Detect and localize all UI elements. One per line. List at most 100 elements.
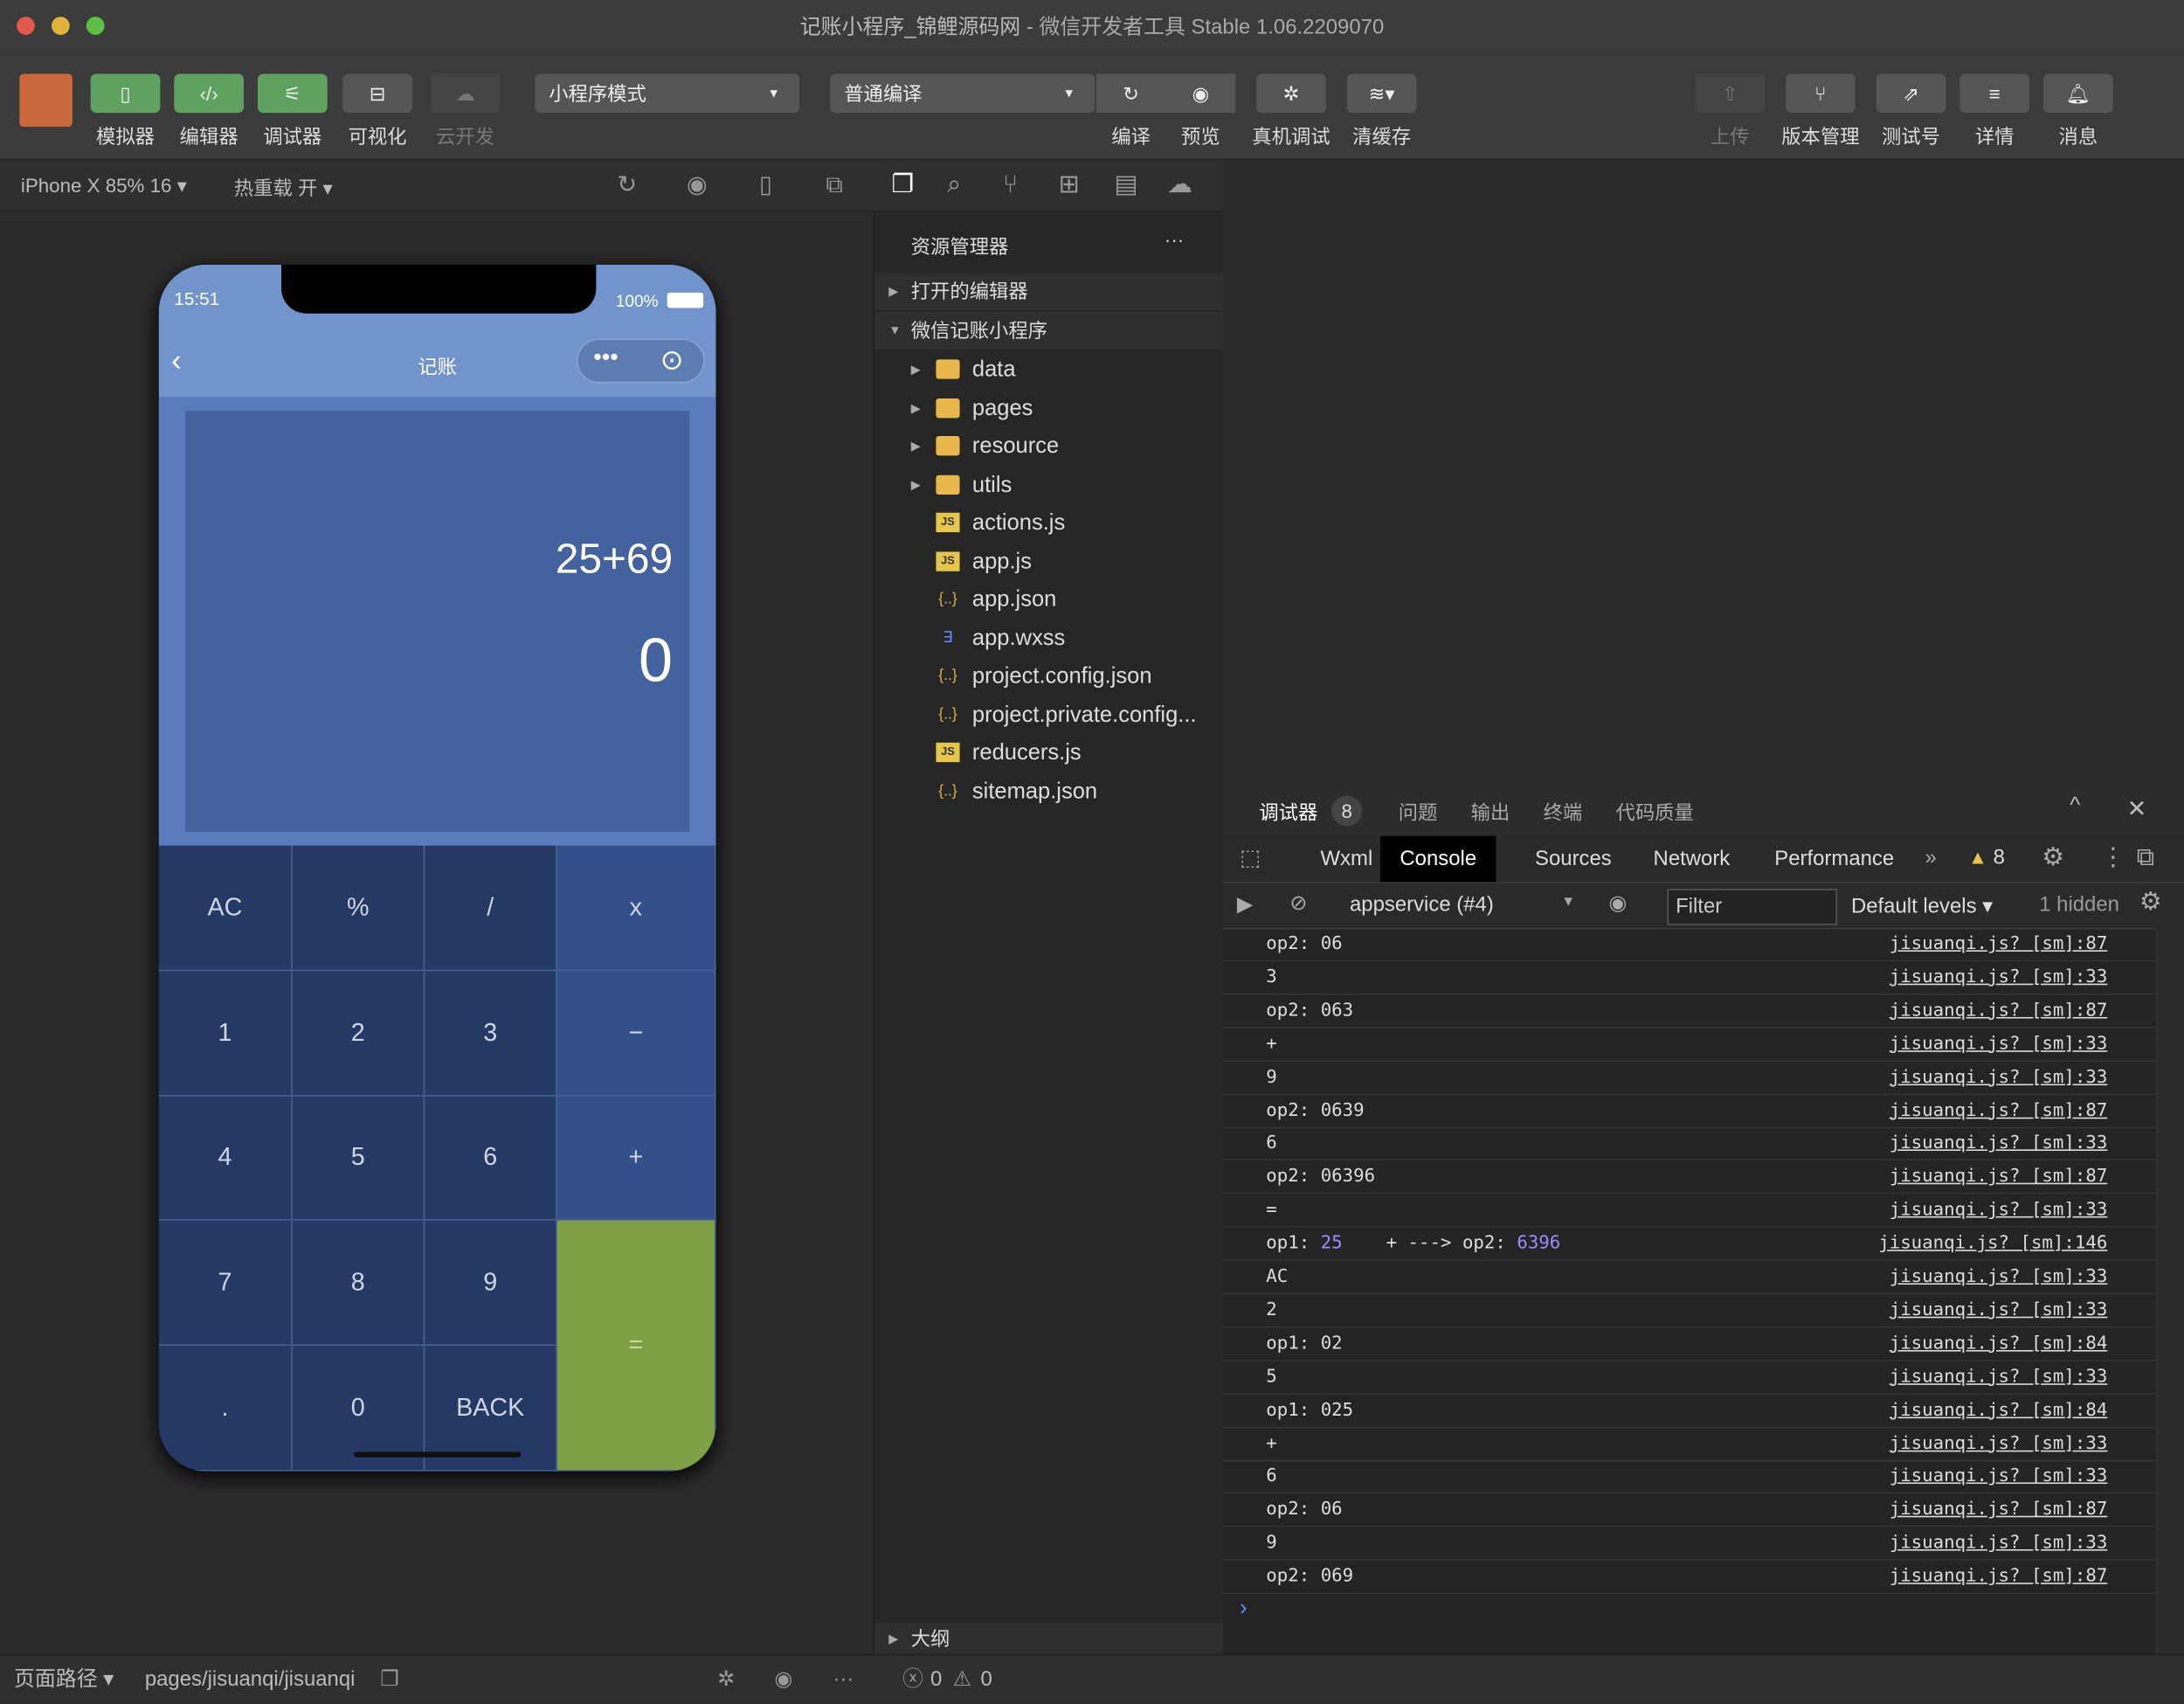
dock-icon[interactable]: ⧉	[2137, 843, 2155, 872]
compile-select[interactable]: 普通编译 ▼	[830, 73, 1095, 114]
filter-input[interactable]: Filter	[1667, 889, 1838, 925]
calc-key[interactable]: 6	[425, 1096, 557, 1222]
file-tree-item[interactable]: {..} app.json	[874, 581, 1223, 619]
calc-key[interactable]: −	[556, 970, 716, 1097]
console-settings-icon[interactable]: ⚙	[2139, 888, 2162, 917]
file-tree-item[interactable]: JS reducers.js	[874, 734, 1223, 772]
project-section[interactable]: ▼ 微信记账小程序	[874, 312, 1223, 350]
calc-key[interactable]: 9	[425, 1221, 557, 1347]
file-tree-item[interactable]: JS actions.js	[874, 504, 1223, 542]
toolbar-bell-button[interactable]: 🔔︎	[2042, 73, 2113, 114]
file-tree-item[interactable]: ▶ resource	[874, 427, 1223, 465]
close-icon[interactable]: ✕	[2127, 795, 2147, 823]
toolbar-upload-button[interactable]: ⇧	[1695, 73, 1766, 114]
copy-icon[interactable]: ❐	[380, 1655, 398, 1704]
context-select[interactable]: appservice (#4)	[1350, 893, 1494, 917]
files-icon[interactable]: ❐	[891, 170, 914, 199]
toolbar-layers-button[interactable]: ≋▾	[1346, 73, 1417, 114]
panel-tab[interactable]: 代码质量	[1616, 799, 1694, 827]
log-source-link[interactable]: jisuanqi.js? [sm]:33	[1890, 1427, 2108, 1459]
calc-key[interactable]: 2	[292, 970, 425, 1097]
log-source-link[interactable]: jisuanqi.js? [sm]:33	[1890, 1294, 2108, 1326]
clear-console-icon[interactable]: ⊘	[1289, 890, 1307, 915]
more-tabs-button[interactable]: »	[1925, 846, 1936, 869]
extensions-icon[interactable]: ⊞	[1059, 170, 1080, 199]
log-source-link[interactable]: jisuanqi.js? [sm]:33	[1890, 1195, 2108, 1227]
collapse-icon[interactable]: ^	[2070, 794, 2080, 820]
toolbar-phone-button[interactable]: ▯	[90, 73, 161, 114]
levels-select[interactable]: Default levels ▾	[1851, 893, 1993, 918]
log-source-link[interactable]: jisuanqi.js? [sm]:33	[1890, 1028, 2108, 1060]
outline-section[interactable]: ▶ 大纲	[874, 1623, 1223, 1654]
calc-key[interactable]: .	[158, 1346, 293, 1472]
kebab-menu-icon[interactable]: ⋮	[2100, 843, 2125, 872]
log-source-link[interactable]: jisuanqi.js? [sm]:84	[1890, 1327, 2108, 1360]
toolbar-external-button[interactable]: ⇗	[1876, 73, 1946, 114]
calc-key[interactable]: %	[292, 845, 425, 971]
log-source-link[interactable]: jisuanqi.js? [sm]:33	[1890, 1527, 2108, 1560]
warning-count[interactable]: 8	[1994, 846, 2005, 869]
log-source-link[interactable]: jisuanqi.js? [sm]:33	[1890, 1261, 2108, 1293]
toolbar-refresh-button[interactable]: ↻	[1095, 73, 1166, 114]
file-tree-item[interactable]: {..} sitemap.json	[874, 772, 1223, 810]
calc-key[interactable]: AC	[158, 845, 293, 971]
log-source-link[interactable]: jisuanqi.js? [sm]:33	[1890, 1061, 2108, 1093]
file-tree-item[interactable]: ∃ app.wxss	[874, 620, 1223, 657]
file-tree-item[interactable]: ▶ pages	[874, 390, 1223, 427]
toolbar-layout-button[interactable]: ⊟	[342, 73, 412, 114]
hot-reload-toggle[interactable]: 热重载 开 ▾	[234, 174, 333, 202]
file-tree-item[interactable]: {..} project.private.config...	[874, 696, 1223, 733]
more-icon[interactable]: ···	[833, 1655, 854, 1704]
console-scrollbar[interactable]	[2156, 927, 2184, 1654]
calc-key[interactable]: +	[556, 1096, 716, 1222]
devtools-tab-console[interactable]: Console	[1380, 835, 1496, 883]
bug-icon[interactable]: ✲	[717, 1655, 735, 1704]
calc-key[interactable]: 7	[158, 1221, 293, 1347]
calc-key[interactable]: x	[556, 845, 716, 971]
log-source-link[interactable]: jisuanqi.js? [sm]:87	[1890, 928, 2108, 960]
toolbar-eye-button[interactable]: ◉	[1165, 73, 1236, 114]
file-tree-item[interactable]: ▶ utils	[874, 466, 1223, 503]
panel-tab[interactable]: 调试器	[1259, 799, 1318, 841]
device-select[interactable]: iPhone X 85% 16 ▾	[21, 174, 187, 197]
toolbar-code-button[interactable]: ‹/›	[174, 73, 245, 114]
maximize-window-button[interactable]	[86, 17, 105, 35]
log-source-link[interactable]: jisuanqi.js? [sm]:87	[1890, 1094, 2108, 1126]
toolbar-cloud-button[interactable]: ☁	[430, 73, 501, 114]
log-source-link[interactable]: jisuanqi.js? [sm]:87	[1890, 994, 2108, 1027]
eye-icon[interactable]: ◉	[774, 1655, 792, 1704]
toolbar-menu-button[interactable]: ≡	[1959, 73, 2030, 114]
file-tree-item[interactable]: ▶ data	[874, 351, 1223, 389]
eye-icon[interactable]: ◉	[1609, 890, 1628, 915]
device-icon[interactable]: ▯	[759, 171, 772, 199]
calc-key[interactable]: 1	[158, 970, 293, 1097]
calc-key[interactable]: /	[425, 845, 557, 971]
sidebar-toggle-icon[interactable]: ▶	[1237, 891, 1253, 917]
open-editors-section[interactable]: ▶ 打开的编辑器	[874, 273, 1223, 311]
capsule-menu[interactable]: ••• ⊙	[577, 338, 705, 384]
log-source-link[interactable]: jisuanqi.js? [sm]:33	[1890, 1461, 2108, 1493]
log-source-link[interactable]: jisuanqi.js? [sm]:87	[1890, 1161, 2108, 1194]
record-icon[interactable]: ◉	[687, 171, 708, 199]
git-icon[interactable]: ⑂	[1003, 170, 1018, 199]
toolbar-branch-button[interactable]: ⑂	[1786, 73, 1856, 114]
console-prompt[interactable]: ›	[1240, 1597, 1247, 1622]
inspect-icon[interactable]: ⬚	[1240, 844, 1261, 872]
close-window-button[interactable]	[17, 17, 35, 35]
minimize-window-button[interactable]	[51, 17, 70, 35]
log-source-link[interactable]: jisuanqi.js? [sm]:87	[1890, 1561, 2108, 1593]
calc-key[interactable]: =	[556, 1221, 716, 1472]
file-tree-item[interactable]: JS app.js	[874, 543, 1223, 580]
avatar[interactable]	[19, 73, 73, 128]
log-source-link[interactable]: jisuanqi.js? [sm]:84	[1890, 1394, 2108, 1426]
mode-select[interactable]: 小程序模式 ▼	[535, 73, 800, 114]
page-path-select[interactable]: 页面路径 ▾	[14, 1655, 114, 1704]
explorer-more-button[interactable]: ···	[1165, 228, 1184, 251]
calc-key[interactable]: 8	[292, 1221, 425, 1347]
panel-tab[interactable]: 问题	[1399, 799, 1438, 827]
settings-icon[interactable]: ⚙	[2042, 843, 2064, 872]
more-icon[interactable]: •••	[593, 344, 618, 372]
devtools-tab-sources[interactable]: Sources	[1516, 836, 1631, 883]
rotate-icon[interactable]: ↻	[617, 171, 637, 199]
panel-tab[interactable]: 终端	[1544, 799, 1583, 827]
